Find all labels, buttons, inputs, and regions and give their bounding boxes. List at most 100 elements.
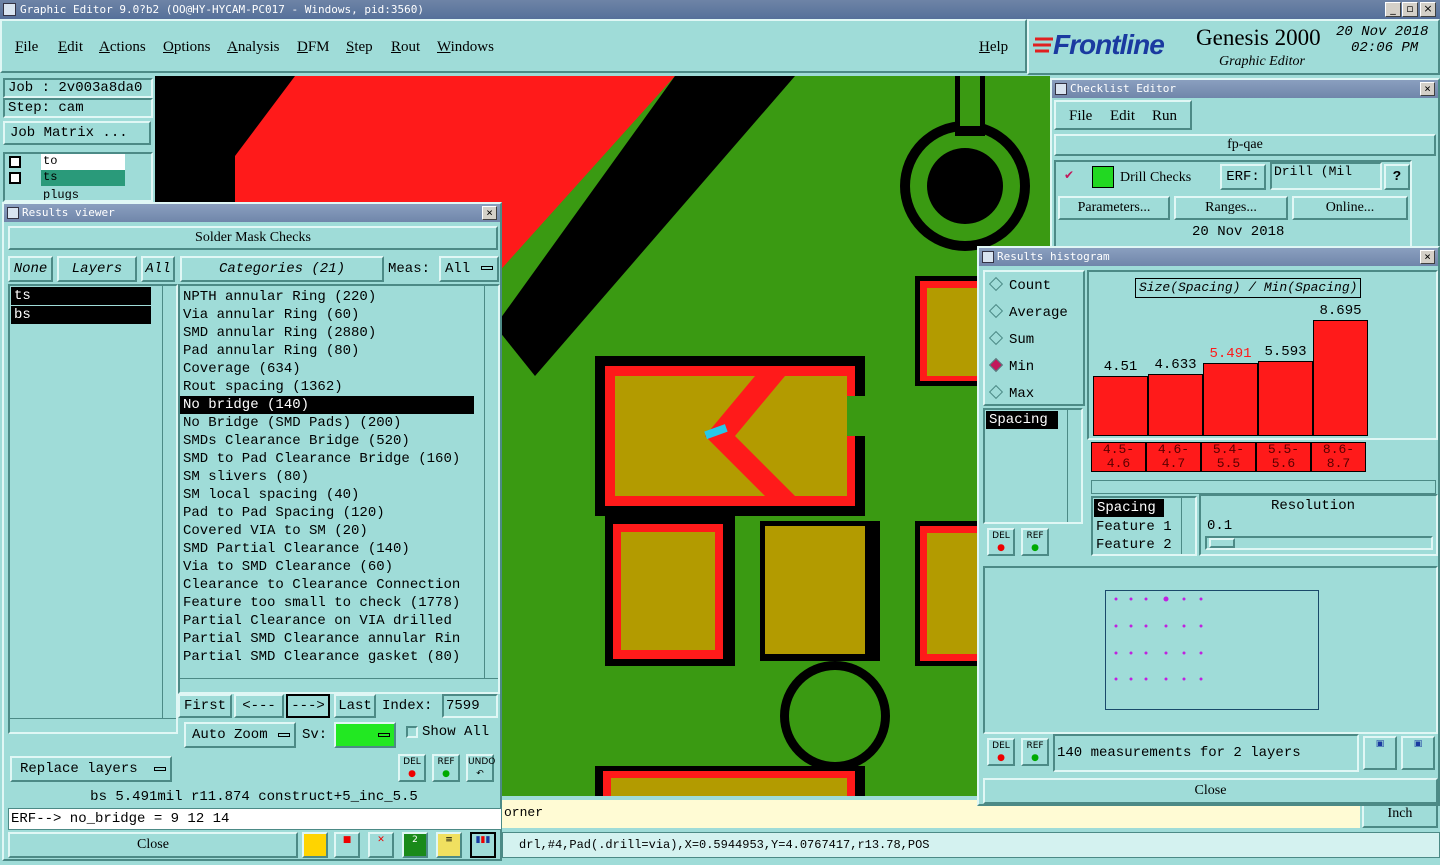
replace-layers-dropdown[interactable]: Replace layers xyxy=(10,756,172,782)
layer-item-bs[interactable]: bs xyxy=(11,306,151,324)
levels-icon[interactable] xyxy=(302,832,328,858)
category-item[interactable]: SMD Partial Clearance (140) xyxy=(180,540,498,558)
layer-mini-ts[interactable]: ts xyxy=(41,170,125,186)
layer-item-ts[interactable]: ts xyxy=(11,287,151,305)
online-button[interactable]: Online... xyxy=(1292,196,1408,220)
category-item[interactable]: Partial SMD Clearance annular Rin xyxy=(180,630,498,648)
last-button[interactable]: Last xyxy=(334,694,376,718)
hist-delete-button-2[interactable]: DEL ● xyxy=(987,738,1015,766)
window-icon[interactable] xyxy=(982,251,994,263)
zoom-to-result-icon[interactable]: ▣ xyxy=(1363,736,1397,770)
categories-horizontal-scrollbar[interactable] xyxy=(180,678,498,692)
record-view-icon[interactable]: ■ xyxy=(334,832,360,858)
menu-dfm[interactable]: DFM xyxy=(297,39,330,56)
resolution-slider-thumb[interactable] xyxy=(1209,538,1235,548)
close-icon[interactable]: × xyxy=(1420,250,1435,264)
step-two-icon[interactable]: 2 xyxy=(402,832,428,858)
layers-button[interactable]: Layers xyxy=(57,256,137,282)
help-icon[interactable]: ? xyxy=(1384,164,1410,190)
report-icon[interactable]: ≡ xyxy=(436,832,462,858)
histogram-horizontal-scrollbar[interactable] xyxy=(1091,480,1436,494)
menu-help[interactable]: Help xyxy=(979,39,1008,56)
histogram-bin-label[interactable]: 4.5-4.6 xyxy=(1091,442,1146,472)
minimize-icon[interactable]: _ xyxy=(1385,2,1401,17)
sort-item-feature-1[interactable]: Feature 1 xyxy=(1093,518,1195,536)
meas-dropdown[interactable]: All xyxy=(439,256,499,282)
show-all-checkbox[interactable] xyxy=(406,726,418,738)
sort-item-feature-2[interactable]: Feature 2 xyxy=(1093,536,1195,554)
sv-color-dropdown[interactable] xyxy=(334,722,396,748)
undo-button[interactable]: UNDO ↶ xyxy=(466,754,495,782)
layer-checkbox[interactable] xyxy=(9,156,21,168)
reference-button[interactable]: REF ● xyxy=(432,754,460,782)
histogram-bin-label[interactable]: 5.5-5.6 xyxy=(1256,442,1311,472)
maximize-icon[interactable]: ▫ xyxy=(1402,2,1418,17)
sort-scrollbar[interactable] xyxy=(1181,498,1195,554)
hist-reference-button-2[interactable]: REF ● xyxy=(1021,738,1049,766)
ranges-button[interactable]: Ranges... xyxy=(1174,196,1288,220)
zoom-to-all-icon[interactable]: ▣ xyxy=(1401,736,1435,770)
erf-cancel-icon[interactable]: ✕ xyxy=(368,832,394,858)
mode-max-radio[interactable]: Max xyxy=(988,384,1034,402)
category-item[interactable]: SMD annular Ring (2880) xyxy=(180,324,498,342)
first-button[interactable]: First xyxy=(178,694,232,718)
close-icon[interactable]: × xyxy=(1420,2,1436,17)
previous-button[interactable]: <--- xyxy=(234,694,284,718)
layers-vertical-scrollbar[interactable] xyxy=(162,286,176,718)
hist-delete-button[interactable]: DEL ● xyxy=(987,528,1015,556)
category-item[interactable]: No Bridge (SMD Pads) (200) xyxy=(180,414,498,432)
all-layers-button[interactable]: All xyxy=(141,256,175,282)
category-item[interactable]: Via to SMD Clearance (60) xyxy=(180,558,498,576)
category-item[interactable]: Coverage (634) xyxy=(180,360,498,378)
check-mark-icon[interactable]: ✔ xyxy=(1064,168,1074,182)
histogram-bar[interactable] xyxy=(1203,363,1258,436)
histogram-bar[interactable] xyxy=(1313,320,1368,436)
parameters-button[interactable]: Parameters... xyxy=(1058,196,1170,220)
auto-zoom-dropdown[interactable]: Auto Zoom xyxy=(184,722,296,748)
mode-sum-radio[interactable]: Sum xyxy=(988,330,1034,348)
histogram-bar[interactable] xyxy=(1148,374,1203,436)
resolution-slider[interactable] xyxy=(1205,536,1433,550)
category-item[interactable]: SM slivers (80) xyxy=(180,468,498,486)
none-button[interactable]: None xyxy=(8,256,53,282)
menu-edit[interactable]: Edit xyxy=(58,39,83,56)
layers-horizontal-scrollbar[interactable] xyxy=(10,718,176,732)
categories-vertical-scrollbar[interactable] xyxy=(484,286,498,678)
category-item[interactable]: SM local spacing (40) xyxy=(180,486,498,504)
category-item[interactable]: NPTH annular Ring (220) xyxy=(180,288,498,306)
histogram-bin-label[interactable]: 5.4-5.5 xyxy=(1201,442,1256,472)
category-item[interactable]: Covered VIA to SM (20) xyxy=(180,522,498,540)
erf-field[interactable]: Drill (Mil xyxy=(1270,162,1382,190)
categories-list[interactable]: NPTH annular Ring (220) Via annular Ring … xyxy=(178,284,500,694)
job-matrix-button[interactable]: Job Matrix ... xyxy=(3,121,151,145)
erf-button[interactable]: ERF: xyxy=(1220,164,1266,190)
categories-button[interactable]: Categories (21) xyxy=(180,256,384,282)
mode-min-radio[interactable]: Min xyxy=(988,357,1034,375)
sort-list[interactable]: Spacing Feature 1 Feature 2 xyxy=(1091,496,1197,556)
close-icon[interactable]: × xyxy=(1420,82,1435,96)
menu-rout[interactable]: Rout xyxy=(391,39,420,56)
category-item[interactable]: Via annular Ring (60) xyxy=(180,306,498,324)
menu-step[interactable]: Step xyxy=(346,39,373,56)
histogram-bar[interactable] xyxy=(1258,361,1313,436)
mode-average-radio[interactable]: Average xyxy=(988,303,1068,321)
histogram-icon[interactable]: ▮▮▮ xyxy=(470,832,496,858)
menu-analysis[interactable]: Analysis xyxy=(227,39,280,56)
results-close-button[interactable]: Close xyxy=(8,832,298,858)
layer-mini-plugs[interactable]: plugs xyxy=(41,188,125,200)
window-icon[interactable] xyxy=(1055,83,1067,95)
layers-list[interactable]: ts bs xyxy=(8,284,178,734)
histogram-close-button[interactable]: Close xyxy=(983,778,1438,804)
menu-actions[interactable]: Actions xyxy=(99,39,146,56)
layer-mini-to[interactable]: to xyxy=(41,154,125,170)
category-item[interactable]: SMDs Clearance Bridge (520) xyxy=(180,432,498,450)
histogram-bin-label[interactable]: 8.6-8.7 xyxy=(1311,442,1366,472)
index-field[interactable]: 7599 xyxy=(442,694,498,718)
checklist-menu-edit[interactable]: Edit xyxy=(1110,108,1135,125)
layer-checkbox[interactable] xyxy=(9,172,21,184)
category-item[interactable]: Partial SMD Clearance gasket (80) xyxy=(180,648,498,666)
histogram-bar[interactable] xyxy=(1093,376,1148,436)
category-item[interactable]: Partial Clearance on VIA drilled xyxy=(180,612,498,630)
menu-file[interactable]: File xyxy=(15,39,38,56)
category-item[interactable]: Clearance to Clearance Connection xyxy=(180,576,498,594)
